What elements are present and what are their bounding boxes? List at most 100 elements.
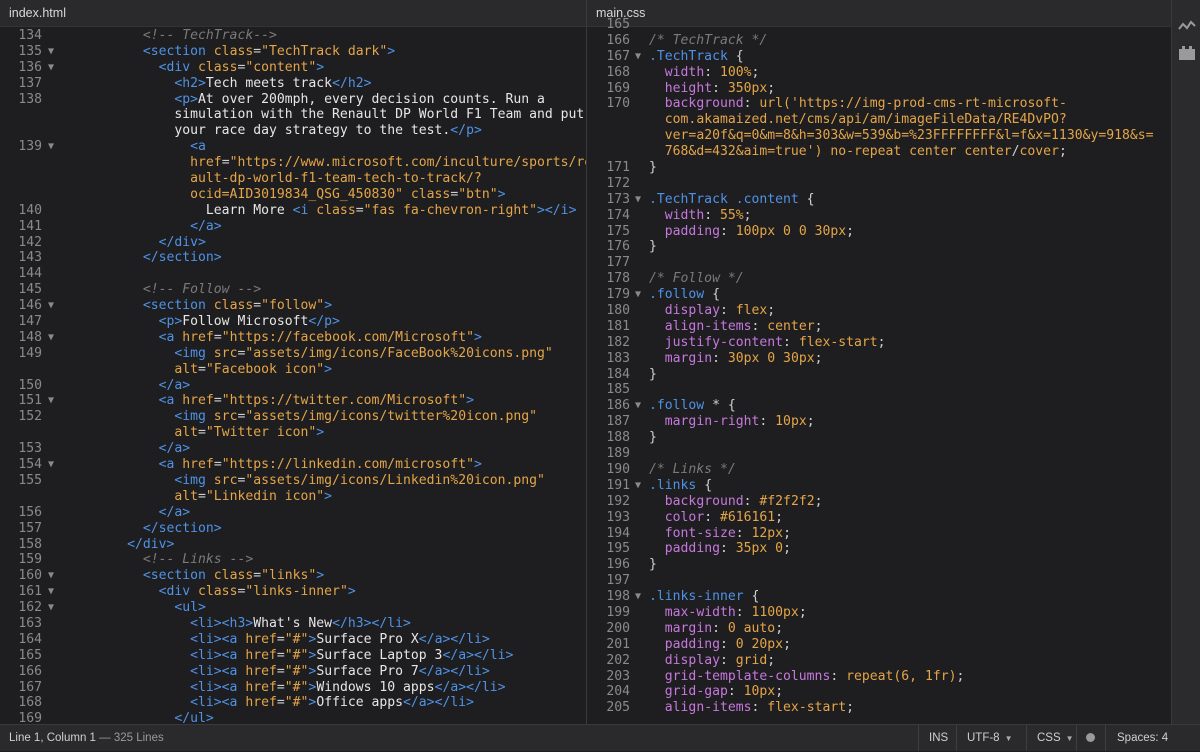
code-line[interactable]: 139 ▼ <a [0, 139, 586, 155]
code-line[interactable]: 195 padding: 35px 0; [587, 541, 1171, 557]
code-line[interactable]: 768&d=432&aim=true') no-repeat center ce… [587, 144, 1171, 160]
code-line[interactable]: 180 display: flex; [587, 303, 1171, 319]
code-line[interactable]: 188} [587, 430, 1171, 446]
code-line[interactable]: 171} [587, 160, 1171, 176]
code-line[interactable]: 189 [587, 446, 1171, 462]
code-line[interactable]: 156 </a> [0, 505, 586, 521]
code-line[interactable]: 145 <!-- Follow --> [0, 282, 586, 298]
code-line[interactable]: 173 ▼ .TechTrack .content { [587, 192, 1171, 208]
code-line[interactable]: 179 ▼ .follow { [587, 287, 1171, 303]
fold-triangle-icon[interactable]: ▼ [635, 192, 641, 208]
code-line[interactable]: 147 <p>Follow Microsoft</p> [0, 314, 586, 330]
code-line[interactable]: 143 </section> [0, 250, 586, 266]
fold-triangle-icon[interactable]: ▼ [48, 60, 54, 76]
code-line[interactable]: 175 padding: 100px 0 0 30px; [587, 224, 1171, 240]
code-line[interactable]: 161 ▼ <div class="links-inner"> [0, 584, 586, 600]
code-line[interactable]: 150 </a> [0, 378, 586, 394]
code-line[interactable]: 167 <li><a href="#">Windows 10 apps</a><… [0, 680, 586, 696]
code-line[interactable]: 158 </div> [0, 537, 586, 553]
code-line[interactable]: ver=a20f&q=0&m=8&h=303&w=539&b=%23FFFFFF… [587, 128, 1171, 144]
code-line[interactable]: 137 <h2>Tech meets track</h2> [0, 76, 586, 92]
code-line[interactable]: 140 Learn More <i class="fas fa-chevron-… [0, 203, 586, 219]
code-line[interactable]: 160 ▼ <section class="links"> [0, 568, 586, 584]
code-line[interactable]: 134 <!-- TechTrack--> [0, 28, 586, 44]
code-line[interactable]: 152 <img src="assets/img/icons/twitter%2… [0, 409, 586, 425]
code-line[interactable]: 135 ▼ <section class="TechTrack dark"> [0, 44, 586, 60]
code-line[interactable]: 162 ▼ <ul> [0, 600, 586, 616]
tab-index-html[interactable]: index.html [0, 0, 586, 27]
fold-triangle-icon[interactable]: ▼ [635, 398, 641, 414]
code-line[interactable]: 186 ▼ .follow * { [587, 398, 1171, 414]
cursor-position[interactable]: Line 1, Column 1 — 325 Lines [9, 725, 164, 751]
code-line[interactable]: 197 [587, 573, 1171, 589]
code-line[interactable]: 183 margin: 30px 0 30px; [587, 351, 1171, 367]
code-line[interactable]: 193 color: #616161; [587, 510, 1171, 526]
code-line[interactable]: 136 ▼ <div class="content"> [0, 60, 586, 76]
code-line[interactable]: 165 [587, 17, 1171, 33]
code-line[interactable]: 164 <li><a href="#">Surface Pro X</a></l… [0, 632, 586, 648]
code-line[interactable]: 184} [587, 367, 1171, 383]
package-icon[interactable] [1178, 45, 1196, 61]
code-line[interactable]: 165 <li><a href="#">Surface Laptop 3</a>… [0, 648, 586, 664]
fold-triangle-icon[interactable]: ▼ [48, 457, 54, 473]
fold-triangle-icon[interactable]: ▼ [48, 584, 54, 600]
code-line[interactable]: 181 align-items: center; [587, 319, 1171, 335]
code-line[interactable]: 205 align-items: flex-start; [587, 700, 1171, 716]
code-line[interactable]: 192 background: #f2f2f2; [587, 494, 1171, 510]
status-indicator[interactable] [1076, 725, 1105, 751]
code-line[interactable]: 199 max-width: 1100px; [587, 605, 1171, 621]
code-line[interactable]: 159 <!-- Links --> [0, 552, 586, 568]
code-line[interactable]: 174 width: 55%; [587, 208, 1171, 224]
fold-triangle-icon[interactable]: ▼ [48, 568, 54, 584]
code-line[interactable]: 151 ▼ <a href="https://twitter.com/Micros… [0, 393, 586, 409]
code-line[interactable]: 185 [587, 382, 1171, 398]
fold-triangle-icon[interactable]: ▼ [48, 139, 54, 155]
code-line[interactable]: 201 padding: 0 20px; [587, 637, 1171, 653]
code-line[interactable]: href="https://www.microsoft.com/incultur… [0, 155, 586, 171]
fold-triangle-icon[interactable]: ▼ [635, 589, 641, 605]
fold-triangle-icon[interactable]: ▼ [48, 393, 54, 409]
code-line[interactable]: 204 grid-gap: 10px; [587, 684, 1171, 700]
code-line[interactable]: alt="Twitter icon"> [0, 425, 586, 441]
code-line[interactable]: 170 background: url('https://img-prod-cm… [587, 96, 1171, 112]
code-line[interactable]: 141 </a> [0, 219, 586, 235]
fold-triangle-icon[interactable]: ▼ [48, 330, 54, 346]
fold-triangle-icon[interactable]: ▼ [635, 478, 641, 494]
fold-triangle-icon[interactable]: ▼ [48, 298, 54, 314]
fold-triangle-icon[interactable]: ▼ [48, 600, 54, 616]
syntax-select[interactable]: CSS ▼ [1026, 725, 1076, 751]
code-line[interactable]: 182 justify-content: flex-start; [587, 335, 1171, 351]
code-line[interactable]: 142 </div> [0, 235, 586, 251]
indentation-select[interactable]: Spaces: 4 [1105, 725, 1200, 751]
code-line[interactable]: 169 height: 350px; [587, 81, 1171, 97]
code-line[interactable]: alt="Linkedin icon"> [0, 489, 586, 505]
code-line[interactable]: 176} [587, 239, 1171, 255]
editor-pane-html[interactable]: index.html 134 <!-- TechTrack--> 135 ▼ <se… [0, 0, 586, 724]
code-line[interactable]: 144 [0, 266, 586, 282]
code-line[interactable]: 157 </section> [0, 521, 586, 537]
code-line[interactable]: 187 margin-right: 10px; [587, 414, 1171, 430]
code-line[interactable]: your race day strategy to the test.</p> [0, 123, 586, 139]
code-line[interactable]: 196} [587, 557, 1171, 573]
code-line[interactable]: 163 <li><h3>What's New</h3></li> [0, 616, 586, 632]
fold-triangle-icon[interactable]: ▼ [635, 49, 641, 65]
code-line[interactable]: 178 /* Follow */ [587, 271, 1171, 287]
activity-graph-icon[interactable] [1178, 18, 1196, 34]
code-line[interactable]: 190 /* Links */ [587, 462, 1171, 478]
code-line[interactable]: 168 width: 100%; [587, 65, 1171, 81]
code-line[interactable]: 172 [587, 176, 1171, 192]
code-line[interactable]: 168 <li><a href="#">Office apps</a></li> [0, 695, 586, 711]
code-line[interactable]: 166 /* TechTrack */ [587, 33, 1171, 49]
code-area-css[interactable]: 165 166/* TechTrack */167 ▼ .TechTrack {168… [587, 17, 1171, 716]
code-line[interactable]: 169 </ul> [0, 711, 586, 724]
editor-pane-css[interactable]: main.css 165 166/* TechTrack */167 ▼ .TechT… [587, 0, 1171, 724]
code-line[interactable]: simulation with the Renault DP World F1 … [0, 107, 586, 123]
code-line[interactable]: 203 grid-template-columns: repeat(6, 1fr… [587, 669, 1171, 685]
code-line[interactable]: alt="Facebook icon"> [0, 362, 586, 378]
code-line[interactable]: 138 <p>At over 200mph, every decision co… [0, 92, 586, 108]
code-line[interactable]: 154 ▼ <a href="https://linkedin.com/micro… [0, 457, 586, 473]
code-area-html[interactable]: 134 <!-- TechTrack--> 135 ▼ <section class… [0, 27, 586, 724]
code-line[interactable]: 153 </a> [0, 441, 586, 457]
code-line[interactable]: 198 ▼ .links-inner { [587, 589, 1171, 605]
encoding-select[interactable]: UTF-8 ▼ [956, 725, 1026, 751]
